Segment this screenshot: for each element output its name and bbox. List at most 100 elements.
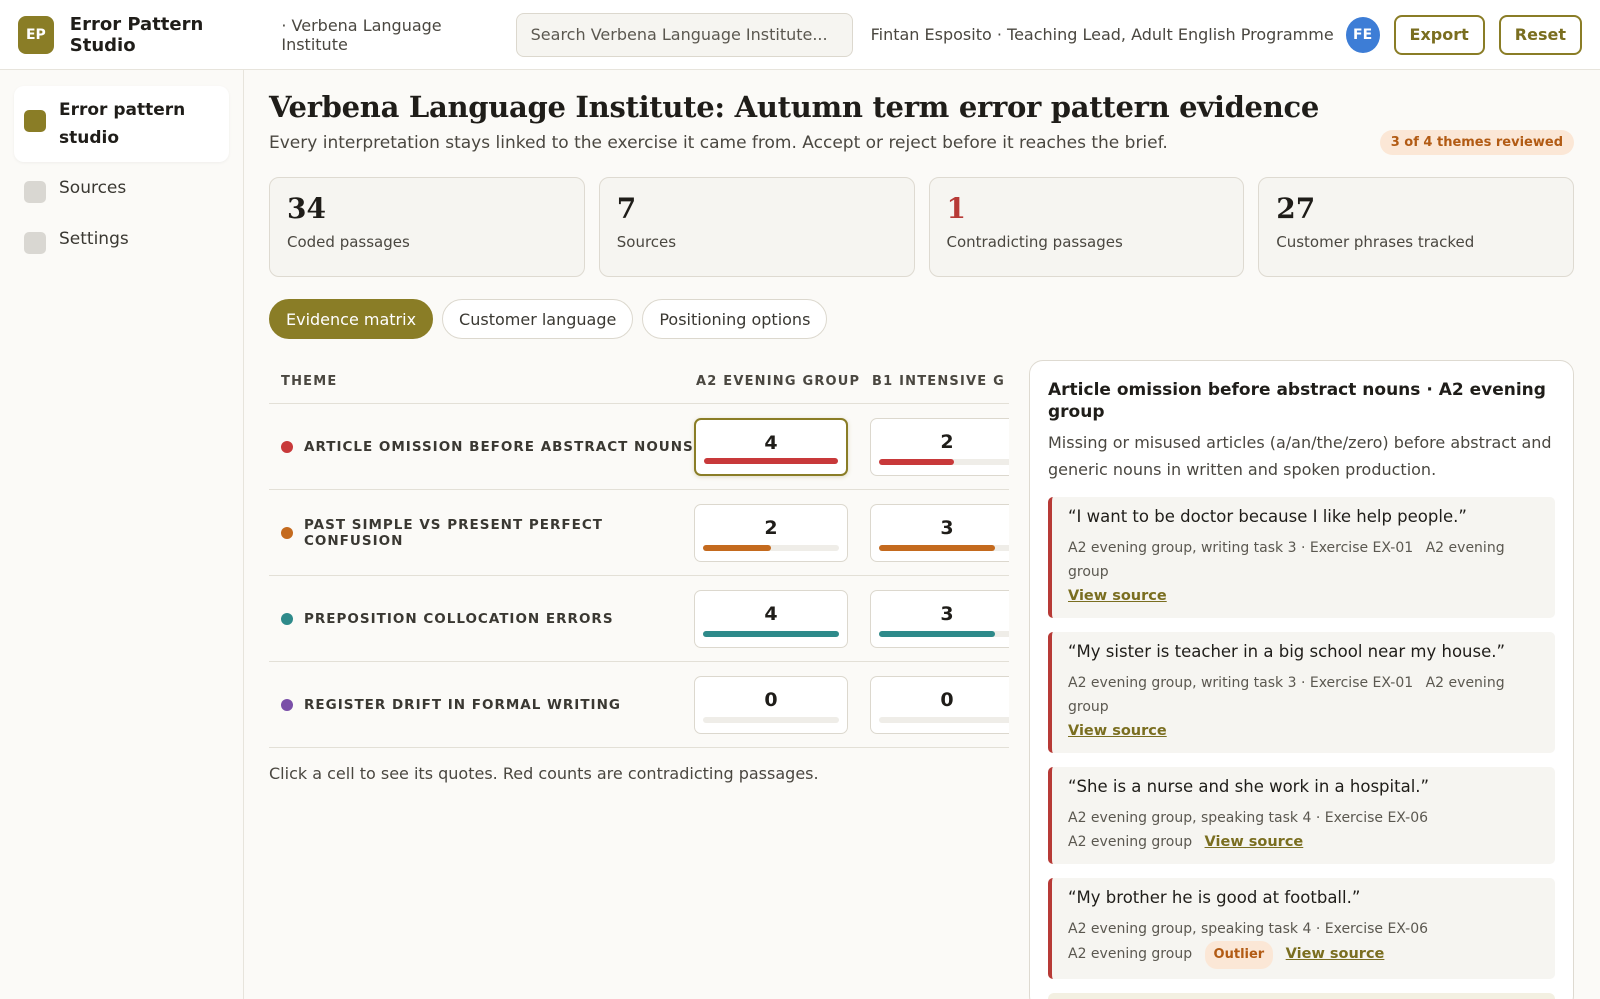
quote-text: “My sister is teacher in a big school ne… [1068, 642, 1506, 661]
count-bar [703, 544, 839, 551]
stat-label: Customer phrases tracked [1276, 233, 1475, 251]
quote-source: A2 evening group, writing task 3 · Exerc… [1068, 540, 1414, 556]
stat-label: Contradicting passages [946, 233, 1123, 251]
cell-count: 0 [940, 688, 954, 711]
matrix-cell-b1-intensive[interactable]: 3 [870, 589, 1009, 648]
theme-color-dot [281, 612, 293, 625]
matrix-hint: Click a cell to see its quotes. Red coun… [269, 764, 819, 783]
avatar[interactable]: FE [1345, 16, 1380, 53]
count-bar [703, 716, 839, 723]
quote-card: “My sister is teacher in a big school ne… [1048, 632, 1555, 753]
tab-customer-language[interactable]: Customer language [442, 299, 634, 339]
count-bar [879, 630, 1009, 637]
search-input[interactable] [515, 12, 853, 57]
cell-count: 4 [764, 602, 778, 625]
quote-text: “My brother he is good at football.” [1068, 888, 1361, 907]
count-bar-fill [704, 457, 838, 464]
cell-count: 3 [940, 602, 954, 625]
stat-value: 7 [616, 192, 637, 225]
stat-value: 34 [287, 192, 326, 225]
sidebar-item-error-pattern-studio[interactable]: Error pattern studio [14, 86, 229, 162]
export-button[interactable]: Export [1393, 14, 1485, 55]
theme-name: ARTICLE OMISSION BEFORE ABSTRACT NOUNS [304, 438, 694, 455]
matrix-cell-a2-evening[interactable]: 0 [694, 675, 848, 734]
stat-coded-passages: 34 Coded passages [269, 177, 585, 277]
theme-label: PAST SIMPLE VS PRESENT PERFECT CONFUSION [269, 517, 694, 549]
quote-meta: A2 evening group, writing task 3 · Exerc… [1068, 671, 1541, 743]
stat-value: 1 [946, 192, 966, 225]
column-header-b1-intensive: B1 INTENSIVE G [872, 374, 1005, 389]
sidebar-item-label: Sources [59, 178, 127, 198]
view-tabs: Evidence matrix Customer language Positi… [269, 299, 1574, 339]
count-bar [879, 716, 1009, 723]
tab-positioning-options[interactable]: Positioning options [642, 299, 828, 339]
table-row: PREPOSITION COLLOCATION ERRORS 4 3 [269, 576, 1009, 662]
count-bar-fill [703, 544, 771, 551]
theme-name: PREPOSITION COLLOCATION ERRORS [304, 610, 614, 627]
count-bar [704, 457, 838, 464]
quote-meta: A2 evening group, writing task 3 · Exerc… [1068, 536, 1541, 608]
quote-meta: A2 evening group, speaking task 4 · Exer… [1068, 806, 1541, 854]
count-bar-fill [879, 458, 954, 465]
theme-color-dot [281, 698, 293, 711]
sidebar-item-sources[interactable]: Sources [14, 168, 229, 213]
stat-sources: 7 Sources [598, 177, 915, 277]
view-source-link[interactable]: View source [1068, 723, 1167, 739]
theme-name: PAST SIMPLE VS PRESENT PERFECT CONFUSION [304, 516, 603, 549]
quote-card: “I want to be doctor because I like help… [1048, 497, 1555, 618]
tab-evidence-matrix[interactable]: Evidence matrix [269, 299, 434, 339]
theme-color-dot [281, 526, 293, 539]
quote-source: A2 evening group, speaking task 4 · Exer… [1068, 810, 1429, 826]
table-row: ARTICLE OMISSION BEFORE ABSTRACT NOUNS 4… [269, 404, 1009, 490]
outlier-badge: Outlier [1204, 941, 1274, 969]
sidebar-item-label: Error pattern studio [59, 100, 186, 148]
evidence-matrix: THEME A2 EVENING GROUP B1 INTENSIVE G AR… [269, 360, 1009, 783]
count-bar [879, 458, 1009, 465]
matrix-cell-a2-evening[interactable]: 4 [694, 417, 848, 476]
org-name: · Verbena Language Institute [281, 15, 442, 54]
view-source-link[interactable]: View source [1286, 946, 1385, 962]
quote-text: “She is a nurse and she work in a hospit… [1068, 777, 1430, 796]
theme-label: REGISTER DRIFT IN FORMAL WRITING [269, 697, 694, 713]
user-name: Fintan Esposito · Teaching Lead, Adult E… [870, 25, 1334, 44]
count-bar-fill [879, 630, 995, 637]
matrix-cell-a2-evening[interactable]: 4 [694, 589, 848, 648]
matrix-cell-a2-evening[interactable]: 2 [694, 503, 848, 562]
cell-count: 2 [764, 516, 778, 539]
detail-title: Article omission before abstract nouns ·… [1048, 380, 1546, 422]
quote-text: “I want to be doctor because I like help… [1068, 507, 1467, 526]
sidebar: Error pattern studio Sources Settings [0, 70, 244, 999]
studio-icon [24, 110, 46, 132]
sidebar-item-label: Settings [59, 229, 129, 249]
stat-customer-phrases: 27 Customer phrases tracked [1258, 177, 1574, 277]
column-header-a2-evening: A2 EVENING GROUP [696, 374, 861, 389]
view-source-link[interactable]: View source [1068, 588, 1167, 604]
matrix-cell-b1-intensive[interactable]: 2 [870, 417, 1009, 476]
quote-meta: A2 evening group, speaking task 4 · Exer… [1068, 917, 1541, 969]
top-bar: EP Error Pattern Studio · Verbena Langua… [0, 0, 1600, 70]
cell-count: 0 [764, 688, 778, 711]
theme-name: REGISTER DRIFT IN FORMAL WRITING [304, 696, 621, 713]
stat-label: Coded passages [287, 233, 410, 251]
view-source-link[interactable]: View source [1205, 834, 1304, 850]
reset-button[interactable]: Reset [1498, 14, 1582, 55]
main-content: Verbena Language Institute: Autumn term … [269, 70, 1574, 999]
sources-icon [24, 181, 46, 203]
matrix-cell-b1-intensive[interactable]: 3 [870, 503, 1009, 562]
quote-card: “She is a nurse and she work in a hospit… [1048, 767, 1555, 864]
table-row: REGISTER DRIFT IN FORMAL WRITING 0 0 [269, 662, 1009, 748]
stat-contradicting-passages: 1 Contradicting passages [928, 177, 1245, 277]
quote-group: A2 evening group [1068, 946, 1193, 962]
quote-detail-panel: Article omission before abstract nouns ·… [1029, 360, 1574, 999]
page-subtitle: Every interpretation stays linked to the… [269, 132, 1168, 153]
sidebar-item-settings[interactable]: Settings [14, 219, 229, 264]
settings-icon [24, 232, 46, 254]
quote-list-continuation [1048, 993, 1555, 999]
count-bar [879, 544, 1009, 551]
matrix-cell-b1-intensive[interactable]: 0 [870, 675, 1009, 734]
count-bar-fill [879, 544, 995, 551]
cell-count: 4 [764, 431, 778, 454]
theme-label: ARTICLE OMISSION BEFORE ABSTRACT NOUNS [269, 439, 694, 455]
stats-row: 34 Coded passages 7 Sources 1 Contradict… [269, 177, 1574, 277]
cell-count: 2 [940, 430, 954, 453]
